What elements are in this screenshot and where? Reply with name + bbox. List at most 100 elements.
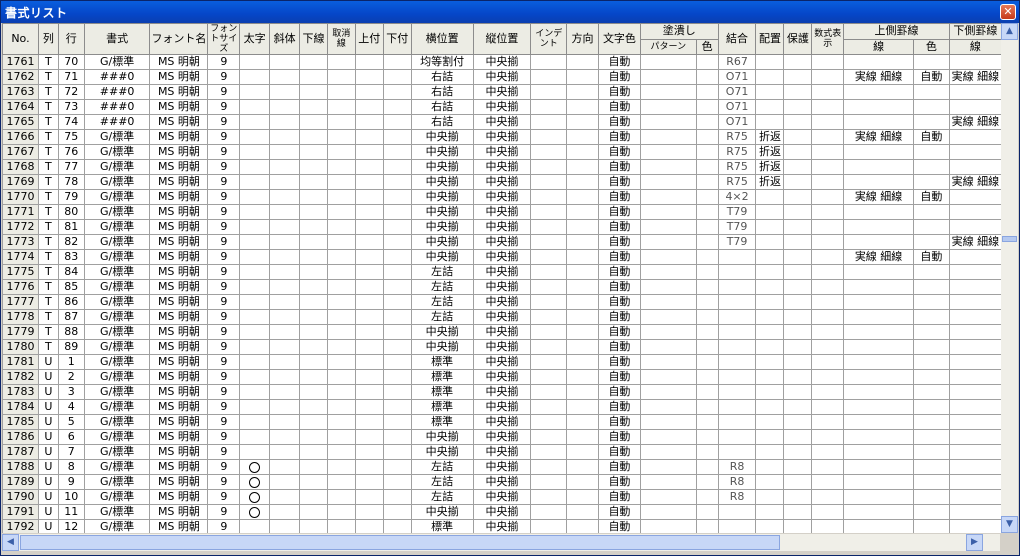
cell-no[interactable]: 1788	[2, 459, 39, 475]
cell-fill-color[interactable]	[695, 474, 719, 490]
header-placement[interactable]: 配置	[755, 23, 785, 55]
cell-row[interactable]: 4	[57, 399, 85, 415]
cell-top-color[interactable]: 自動	[912, 129, 950, 145]
cell-indent[interactable]	[530, 54, 568, 70]
cell-strike[interactable]	[327, 219, 356, 235]
cell-italic[interactable]	[269, 444, 301, 460]
cell-indent[interactable]	[530, 324, 568, 340]
cell-font-size[interactable]: 9	[207, 339, 241, 355]
cell-formula[interactable]	[811, 414, 845, 430]
cell-col[interactable]: U	[37, 354, 59, 370]
cell-row[interactable]: 89	[57, 339, 85, 355]
cell-row[interactable]: 76	[57, 144, 85, 160]
cell-fill-color[interactable]	[695, 504, 719, 520]
cell-v-align[interactable]: 中央揃	[472, 144, 532, 160]
cell-bold[interactable]	[239, 489, 271, 505]
cell-fill-pattern[interactable]	[639, 219, 697, 235]
cell-fill-pattern[interactable]	[639, 519, 697, 533]
cell-font-size[interactable]: 9	[207, 144, 241, 160]
cell-v-align[interactable]: 中央揃	[472, 399, 532, 415]
cell-formula[interactable]	[811, 324, 845, 340]
cell-bottom-line[interactable]	[948, 189, 1002, 205]
cell-underline[interactable]	[299, 504, 328, 520]
cell-merge[interactable]: R8	[717, 474, 757, 490]
cell-v-align[interactable]: 中央揃	[472, 234, 532, 250]
cell-h-align[interactable]: 右詰	[410, 99, 474, 115]
scroll-left-button[interactable]: ◀	[2, 534, 19, 551]
cell-bold[interactable]	[239, 309, 271, 325]
cell-v-align[interactable]: 中央揃	[472, 474, 532, 490]
cell-row[interactable]: 86	[57, 294, 85, 310]
cell-text-color[interactable]: 自動	[597, 489, 641, 505]
cell-h-align[interactable]: 標準	[410, 369, 474, 385]
header-top-border[interactable]: 上側罫線	[843, 23, 950, 40]
cell-italic[interactable]	[269, 99, 301, 115]
cell-font-name[interactable]: MS 明朝	[149, 384, 209, 400]
cell-col[interactable]: U	[37, 369, 59, 385]
cell-h-align[interactable]: 左詰	[410, 294, 474, 310]
cell-placement[interactable]	[755, 54, 785, 70]
cell-text-color[interactable]: 自動	[597, 429, 641, 445]
cell-no[interactable]: 1775	[2, 264, 39, 280]
cell-no[interactable]: 1767	[2, 144, 39, 160]
cell-top-color[interactable]	[912, 144, 950, 160]
cell-bottom-line[interactable]	[948, 54, 1002, 70]
cell-placement[interactable]	[755, 414, 785, 430]
cell-protect[interactable]	[783, 459, 813, 475]
cell-protect[interactable]	[783, 369, 813, 385]
cell-italic[interactable]	[269, 144, 301, 160]
cell-fill-pattern[interactable]	[639, 84, 697, 100]
cell-subscript[interactable]	[382, 174, 412, 190]
cell-format[interactable]: G/標準	[83, 174, 151, 190]
cell-protect[interactable]	[783, 219, 813, 235]
cell-row[interactable]: 85	[57, 279, 85, 295]
cell-protect[interactable]	[783, 264, 813, 280]
cell-formula[interactable]	[811, 144, 845, 160]
cell-bottom-line[interactable]	[948, 414, 1002, 430]
cell-fill-pattern[interactable]	[639, 474, 697, 490]
cell-bottom-line[interactable]	[948, 279, 1002, 295]
cell-font-name[interactable]: MS 明朝	[149, 504, 209, 520]
cell-italic[interactable]	[269, 399, 301, 415]
close-button[interactable]: ✕	[1000, 4, 1016, 20]
cell-subscript[interactable]	[382, 219, 412, 235]
cell-indent[interactable]	[530, 444, 568, 460]
cell-italic[interactable]	[269, 204, 301, 220]
cell-fill-pattern[interactable]	[639, 234, 697, 250]
cell-strike[interactable]	[327, 474, 356, 490]
header-font-name[interactable]: フォント名	[149, 23, 209, 55]
cell-indent[interactable]	[530, 414, 568, 430]
cell-italic[interactable]	[269, 429, 301, 445]
cell-fill-pattern[interactable]	[639, 114, 697, 130]
cell-row[interactable]: 73	[57, 99, 85, 115]
cell-merge[interactable]: 4×2	[717, 189, 757, 205]
cell-direction[interactable]	[566, 99, 599, 115]
cell-protect[interactable]	[783, 249, 813, 265]
cell-underline[interactable]	[299, 234, 328, 250]
cell-text-color[interactable]: 自動	[597, 444, 641, 460]
cell-strike[interactable]	[327, 429, 356, 445]
cell-text-color[interactable]: 自動	[597, 219, 641, 235]
cell-no[interactable]: 1768	[2, 159, 39, 175]
cell-direction[interactable]	[566, 279, 599, 295]
cell-row[interactable]: 3	[57, 384, 85, 400]
cell-subscript[interactable]	[382, 399, 412, 415]
cell-h-align[interactable]: 中央揃	[410, 429, 474, 445]
cell-v-align[interactable]: 中央揃	[472, 279, 532, 295]
cell-text-color[interactable]: 自動	[597, 369, 641, 385]
cell-placement[interactable]	[755, 504, 785, 520]
cell-fill-pattern[interactable]	[639, 489, 697, 505]
cell-text-color[interactable]: 自動	[597, 309, 641, 325]
cell-placement[interactable]	[755, 114, 785, 130]
cell-row[interactable]: 71	[57, 69, 85, 85]
cell-font-size[interactable]: 9	[207, 84, 241, 100]
cell-strike[interactable]	[327, 459, 356, 475]
cell-superscript[interactable]	[354, 339, 384, 355]
cell-indent[interactable]	[530, 369, 568, 385]
cell-bold[interactable]	[239, 249, 271, 265]
cell-text-color[interactable]: 自動	[597, 414, 641, 430]
cell-top-line[interactable]	[843, 519, 914, 533]
cell-subscript[interactable]	[382, 129, 412, 145]
cell-bold[interactable]	[239, 459, 271, 475]
cell-text-color[interactable]: 自動	[597, 234, 641, 250]
